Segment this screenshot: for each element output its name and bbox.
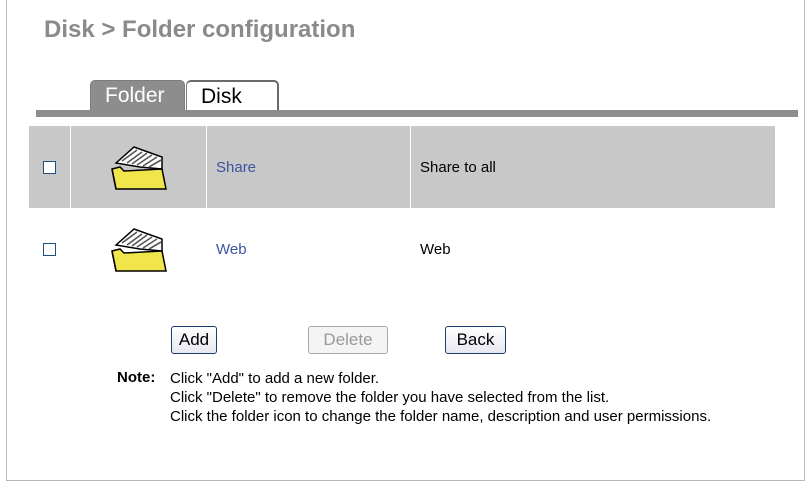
back-button[interactable]: Back xyxy=(445,326,506,354)
tab-underline-bar xyxy=(36,110,798,117)
table-row: Share Share to all xyxy=(29,126,775,208)
folder-icon[interactable] xyxy=(110,225,168,273)
folder-description: Share to all xyxy=(420,158,496,176)
folder-name-link[interactable]: Web xyxy=(216,241,247,258)
action-buttons: Add Delete Back xyxy=(0,326,807,356)
note-line: Click the folder icon to change the fold… xyxy=(170,408,712,425)
tab-strip: Folder Disk xyxy=(90,80,279,110)
folder-name-link[interactable]: Share xyxy=(216,159,256,176)
row-checkbox[interactable] xyxy=(43,160,56,174)
page-title: Disk > Folder configuration xyxy=(44,16,356,43)
note-line: Click "Delete" to remove the folder you … xyxy=(170,389,610,406)
folder-list: Share Share to all Web Web xyxy=(29,126,775,290)
folder-description: Web xyxy=(420,240,451,258)
tab-disk[interactable]: Disk xyxy=(186,80,279,110)
add-button[interactable]: Add xyxy=(171,326,217,354)
row-checkbox[interactable] xyxy=(43,242,56,256)
note-text: Click "Add" to add a new folder. Click "… xyxy=(170,369,730,426)
note-label: Note: xyxy=(117,369,156,386)
note-line: Click "Add" to add a new folder. xyxy=(170,370,380,387)
tab-folder[interactable]: Folder xyxy=(90,80,185,110)
table-row: Web Web xyxy=(29,208,775,290)
folder-icon[interactable] xyxy=(110,143,168,191)
delete-button[interactable]: Delete xyxy=(308,326,388,354)
